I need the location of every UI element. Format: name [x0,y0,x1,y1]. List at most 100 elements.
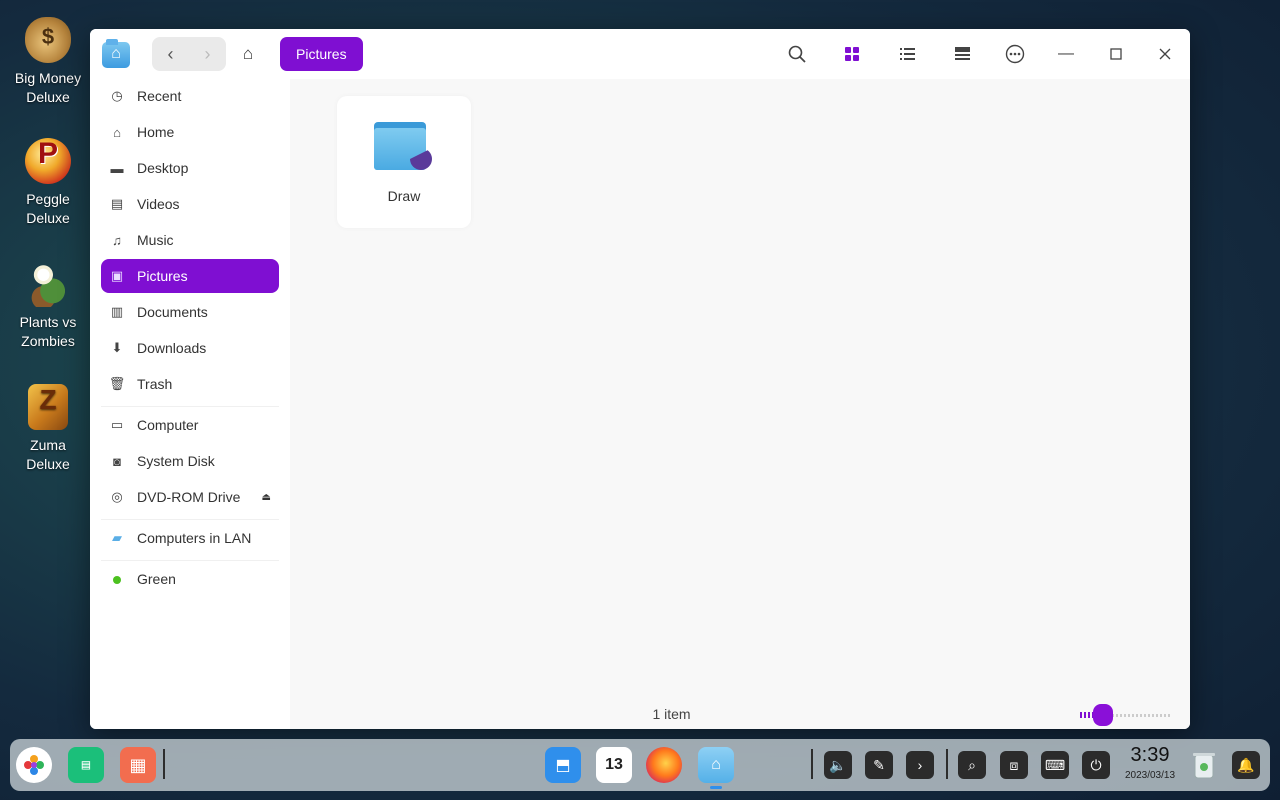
maximize-button[interactable] [1099,37,1133,71]
sidebar-divider [101,519,279,520]
list-view-button[interactable] [890,37,924,71]
search-button[interactable] [780,37,814,71]
trash-bin-icon [1193,753,1215,779]
sidebar-item-downloads[interactable]: ⬇ Downloads [101,331,279,365]
minimize-button[interactable]: — [1049,37,1083,71]
sidebar-item-dvd-rom-drive[interactable]: ◎ DVD-ROM Drive ⏏ [101,480,279,514]
sidebar-item-system-disk[interactable]: ◙ System Disk [101,444,279,478]
desktop-icon-label: Peggle Deluxe [26,191,70,226]
sidebar-item-computers-in-lan[interactable]: ▰ Computers in LAN [101,521,279,555]
folder-item-draw[interactable]: Draw [337,96,471,228]
green-tag-icon [106,572,128,587]
tray-expand-button[interactable]: › [906,751,934,779]
notifications-button[interactable]: 🔔 [1232,751,1260,779]
sidebar-item-label: Desktop [137,160,189,176]
desktop-icon-big-money-deluxe[interactable]: Big Money Deluxe [8,17,88,107]
terminal-app[interactable]: ▤ [68,747,104,783]
sidebar-item-pictures[interactable]: ▣ Pictures [101,259,279,293]
picture-icon: ▣ [110,268,124,283]
calendar-day: 13 [605,756,623,773]
search-icon: ⌕ [968,756,976,773]
folder-home-icon: ⌂ [711,756,721,773]
file-view[interactable]: Draw 1 item [290,79,1190,729]
taskbar-divider [946,749,948,779]
app-store-icon: ⬒ [555,757,571,774]
desktop-icon-plants-vs-zombies[interactable]: Plants vs Zombies [8,261,88,351]
sidebar-item-label: System Disk [137,453,215,469]
main-menu-button[interactable] [998,37,1032,71]
launcher-button[interactable] [16,747,52,783]
zuma-idol-icon [28,384,68,430]
file-manager-logo-icon [102,39,130,68]
desktop-icon-zuma-deluxe[interactable]: Zuma Deluxe [8,384,88,474]
sidebar-item-label: Green [137,571,176,587]
sidebar-item-label: Computer [137,417,199,433]
folder-name: Draw [387,188,421,204]
sidebar-item-label: Documents [137,304,208,320]
sidebar-item-green-tag[interactable]: Green [101,562,279,596]
music-note-icon: ♫ [112,232,122,248]
titlebar: ‹ › ⌂ Pictures — [90,29,1190,79]
peggle-ball-icon [25,138,71,184]
power-icon: ⏻ [1090,756,1102,773]
item-count: 1 item [652,706,691,722]
close-button[interactable] [1148,37,1182,71]
sidebar-item-recent[interactable]: ◷ Recent [101,79,279,113]
sidebar-item-home[interactable]: ⌂ Home [101,115,279,149]
sidebar-item-computer[interactable]: ▭ Computer [101,408,279,442]
search-tray-button[interactable]: ⌕ [958,751,986,779]
multitask-view-app[interactable]: ▦ [120,747,156,783]
taskbar-divider [811,749,813,779]
file-manager-app[interactable]: ⌂ [698,747,734,783]
sidebar-item-label: DVD-ROM Drive [137,489,241,505]
forward-button[interactable]: › [189,37,226,71]
split-view-button[interactable] [945,37,979,71]
screenshot-button[interactable]: ⧈ [1000,751,1028,779]
volume-button[interactable]: 🔈 [824,751,852,779]
calendar-app[interactable]: 13 [596,747,632,783]
search-icon [788,45,806,63]
document-icon: ▥ [110,304,124,319]
speaker-icon: 🔈 [829,756,847,773]
home-icon: ⌂ [113,124,121,140]
sidebar-item-desktop[interactable]: ▬ Desktop [101,151,279,185]
clock-time[interactable]: 3:39 [1122,744,1178,767]
power-button[interactable]: ⏻ [1082,751,1110,779]
grid-view-icon [845,47,859,61]
more-options-icon [1005,44,1025,64]
sidebar-item-videos[interactable]: ▤ Videos [101,187,279,221]
icon-view-button[interactable] [835,37,869,71]
eject-icon[interactable]: ⏏ [262,492,271,503]
home-icon: ⌂ [242,44,254,63]
clock-icon: ◷ [111,88,123,103]
pen-tool-button[interactable]: ✎ [865,751,893,779]
firefox-app[interactable] [646,747,682,783]
home-breadcrumb-button[interactable]: ⌂ [231,37,265,71]
back-button[interactable]: ‹ [152,37,189,71]
onscreen-keyboard-button[interactable]: ⌨ [1041,751,1069,779]
multitask-icon: ▦ [129,754,147,775]
sidebar-item-label: Pictures [137,268,188,284]
sidebar-item-music[interactable]: ♫ Music [101,223,279,257]
trash-bin-app[interactable] [1186,747,1222,783]
icon-size-slider-handle[interactable] [1093,704,1113,726]
taskbar-divider [163,749,165,779]
sidebar-item-trash[interactable]: 🗑 Trash [101,367,279,401]
desktop-icon-label: Big Money Deluxe [14,70,82,105]
sidebar-item-documents[interactable]: ▥ Documents [101,295,279,329]
breadcrumb-current[interactable]: Pictures [280,37,363,71]
sidebar: ◷ Recent ⌂ Home ▬ Desktop ▤ Videos ♫ Music ▣ P… [90,79,290,729]
trash-icon: 🗑 [108,376,126,391]
network-folder-icon: ▰ [112,530,122,545]
sidebar-item-label: Videos [137,196,180,212]
app-store-app[interactable]: ⬒ [545,747,581,783]
chevron-left-icon: ‹ [167,43,174,64]
bell-icon: 🔔 [1237,756,1255,773]
sidebar-item-label: Recent [137,88,182,104]
launcher-icon [24,755,44,775]
list-view-icon [899,48,915,60]
maximize-icon [1110,48,1122,60]
desktop-icon-peggle-deluxe[interactable]: Peggle Deluxe [8,138,88,228]
sidebar-item-label: Music [137,232,174,248]
sidebar-item-label: Home [137,124,175,140]
